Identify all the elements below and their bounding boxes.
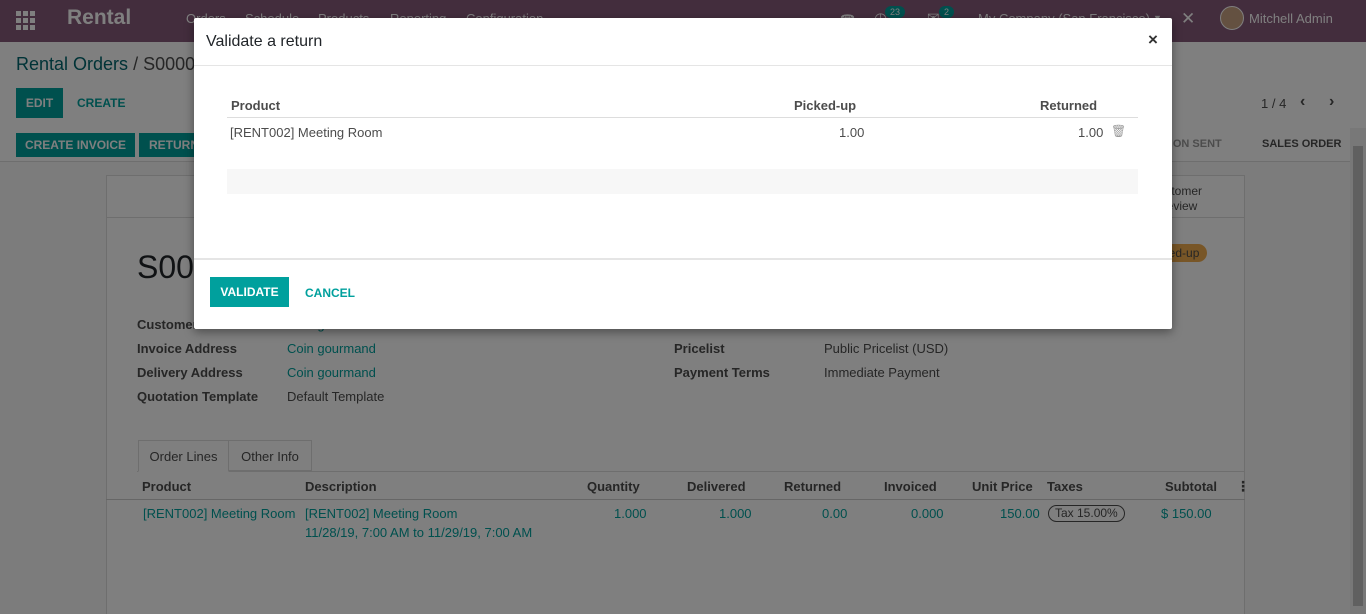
cancel-button[interactable]: CANCEL bbox=[305, 286, 355, 300]
table-row bbox=[227, 144, 1138, 169]
dialog-row-product[interactable]: [RENT002] Meeting Room bbox=[230, 125, 382, 140]
dialog-header: Validate a return × bbox=[194, 18, 1172, 66]
dialog-col-product[interactable]: Product bbox=[231, 98, 280, 113]
trash-icon[interactable]: 🗑 bbox=[1111, 124, 1126, 138]
dialog-title: Validate a return bbox=[206, 33, 323, 50]
dialog-col-returned[interactable]: Returned bbox=[1040, 98, 1097, 113]
table-row bbox=[227, 169, 1138, 194]
close-icon[interactable]: × bbox=[1148, 30, 1158, 50]
dialog-row-returned[interactable]: 1.00 bbox=[1078, 125, 1103, 140]
dialog-row-picked-up[interactable]: 1.00 bbox=[839, 125, 864, 140]
dialog-table-header bbox=[227, 94, 1138, 118]
validate-button[interactable]: VALIDATE bbox=[210, 277, 289, 307]
dialog-footer: VALIDATE CANCEL bbox=[194, 258, 1172, 329]
dialog-col-picked-up[interactable]: Picked-up bbox=[794, 98, 856, 113]
validate-return-dialog: Validate a return × Product Picked-up Re… bbox=[194, 18, 1172, 329]
